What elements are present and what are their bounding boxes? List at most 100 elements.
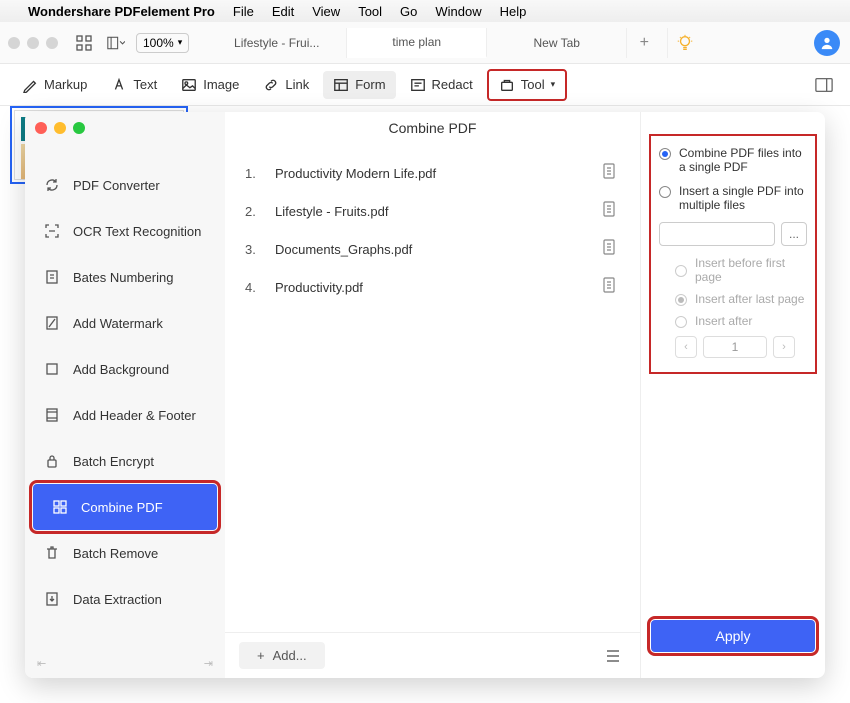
file-list: 1. Productivity Modern Life.pdf 2. Lifes…: [225, 150, 640, 632]
image-button[interactable]: Image: [171, 71, 249, 99]
sidebar-item-batch-encrypt[interactable]: Batch Encrypt: [25, 438, 225, 484]
sidebar-item-header-footer[interactable]: Add Header & Footer: [25, 392, 225, 438]
sidebar-item-label: Batch Remove: [73, 546, 158, 561]
menu-go[interactable]: Go: [400, 4, 417, 19]
menu-tool[interactable]: Tool: [358, 4, 382, 19]
add-tab-button[interactable]: +: [627, 34, 661, 52]
page-range-icon[interactable]: [602, 277, 620, 297]
user-avatar[interactable]: [814, 30, 840, 56]
file-name: Productivity.pdf: [275, 280, 602, 295]
tab-strip: Lifestyle - Frui... time plan New Tab +: [207, 28, 842, 58]
side-panel-icon[interactable]: [810, 71, 838, 99]
sidebar-item-bates[interactable]: Bates Numbering: [25, 254, 225, 300]
thumbnails-view-icon[interactable]: [72, 32, 96, 54]
radio-icon: [675, 316, 687, 328]
plus-icon: +: [257, 648, 265, 663]
tab-new[interactable]: New Tab: [487, 28, 627, 58]
collapse-right-icon[interactable]: ⇥: [204, 657, 213, 670]
radio-icon: [659, 148, 671, 160]
sidebar-footer: ⇤⇥: [25, 649, 225, 678]
dialog-window-controls[interactable]: [35, 122, 85, 134]
lock-icon: [43, 452, 61, 470]
add-label: Add...: [273, 648, 307, 663]
page-range-icon[interactable]: [602, 163, 620, 183]
menu-window[interactable]: Window: [435, 4, 481, 19]
sidebar-item-combine-pdf[interactable]: Combine PDF: [33, 484, 217, 530]
file-number: 1.: [245, 166, 275, 181]
background-icon: [43, 360, 61, 378]
collapse-left-icon[interactable]: ⇤: [37, 657, 46, 670]
dialog-main: Combine PDF 1. Productivity Modern Life.…: [225, 112, 640, 678]
sidebar-item-ocr[interactable]: OCR Text Recognition: [25, 208, 225, 254]
chevron-down-icon: ▾: [551, 79, 556, 90]
page-range-icon[interactable]: [602, 201, 620, 221]
option-insert-after[interactable]: Insert after: [675, 314, 807, 328]
option-label: Insert before first page: [695, 256, 807, 284]
option-combine[interactable]: Combine PDF files into a single PDF: [659, 146, 807, 174]
zoom-value: 100%: [143, 36, 174, 50]
combine-pdf-dialog: PDF Converter OCR Text Recognition Bates…: [25, 112, 825, 678]
image-label: Image: [203, 77, 239, 92]
sidebar-item-label: OCR Text Recognition: [73, 224, 201, 239]
menu-edit[interactable]: Edit: [272, 4, 294, 19]
layout-dropdown-icon[interactable]: [104, 32, 128, 54]
sidebar-item-label: PDF Converter: [73, 178, 160, 193]
sidebar-item-label: Bates Numbering: [73, 270, 173, 285]
link-label: Link: [285, 77, 309, 92]
menu-view[interactable]: View: [312, 4, 340, 19]
text-button[interactable]: Text: [101, 71, 167, 99]
refresh-icon: [43, 176, 61, 194]
page-stepper-prev[interactable]: ‹: [675, 336, 697, 358]
markup-button[interactable]: Markup: [12, 71, 97, 99]
sidebar-item-watermark[interactable]: Add Watermark: [25, 300, 225, 346]
insert-file-input[interactable]: [659, 222, 775, 246]
form-button[interactable]: Form: [323, 71, 395, 99]
file-name: Lifestyle - Fruits.pdf: [275, 204, 602, 219]
trash-icon: [43, 544, 61, 562]
macos-menubar: Wondershare PDFelement Pro File Edit Vie…: [0, 0, 850, 22]
add-file-button[interactable]: + Add...: [239, 642, 325, 669]
tab-lifestyle[interactable]: Lifestyle - Frui...: [207, 28, 347, 58]
sidebar-item-pdf-converter[interactable]: PDF Converter: [25, 162, 225, 208]
option-insert-before[interactable]: Insert before first page: [675, 256, 807, 284]
option-insert[interactable]: Insert a single PDF into multiple files: [659, 184, 807, 212]
options-panel: Combine PDF files into a single PDF Inse…: [640, 112, 825, 678]
sidebar-item-batch-remove[interactable]: Batch Remove: [25, 530, 225, 576]
redact-button[interactable]: Redact: [400, 71, 483, 99]
file-row[interactable]: 1. Productivity Modern Life.pdf: [245, 154, 620, 192]
radio-icon: [675, 294, 687, 306]
option-label: Insert a single PDF into multiple files: [679, 184, 807, 212]
file-name: Productivity Modern Life.pdf: [275, 166, 602, 181]
menu-file[interactable]: File: [233, 4, 254, 19]
browse-button[interactable]: ...: [781, 222, 807, 246]
tool-dropdown-button[interactable]: Tool▾: [487, 69, 567, 101]
markup-label: Markup: [44, 77, 87, 92]
option-label: Insert after last page: [695, 292, 804, 306]
tab-time-plan[interactable]: time plan: [347, 28, 487, 58]
sidebar-item-label: Combine PDF: [81, 500, 163, 515]
dialog-footer: + Add...: [225, 632, 640, 678]
file-row[interactable]: 2. Lifestyle - Fruits.pdf: [245, 192, 620, 230]
list-menu-icon[interactable]: [600, 643, 626, 669]
app-name[interactable]: Wondershare PDFelement Pro: [28, 4, 215, 19]
file-number: 2.: [245, 204, 275, 219]
options-highlight-box: Combine PDF files into a single PDF Inse…: [649, 134, 817, 374]
page-number-input[interactable]: [703, 336, 767, 358]
option-insert-after-last[interactable]: Insert after last page: [675, 292, 807, 306]
radio-icon: [659, 186, 671, 198]
link-button[interactable]: Link: [253, 71, 319, 99]
file-row[interactable]: 3. Documents_Graphs.pdf: [245, 230, 620, 268]
menu-help[interactable]: Help: [500, 4, 527, 19]
sidebar-item-background[interactable]: Add Background: [25, 346, 225, 392]
window-controls[interactable]: [8, 37, 58, 49]
option-label: Combine PDF files into a single PDF: [679, 146, 807, 174]
page-stepper-next[interactable]: ›: [773, 336, 795, 358]
form-label: Form: [355, 77, 385, 92]
file-row[interactable]: 4. Productivity.pdf: [245, 268, 620, 306]
sidebar-item-data-extraction[interactable]: Data Extraction: [25, 576, 225, 622]
page-range-icon[interactable]: [602, 239, 620, 259]
apply-button[interactable]: Apply: [651, 620, 815, 652]
zoom-selector[interactable]: 100%▾: [136, 33, 189, 53]
file-name: Documents_Graphs.pdf: [275, 242, 602, 257]
tips-icon[interactable]: [667, 28, 701, 58]
